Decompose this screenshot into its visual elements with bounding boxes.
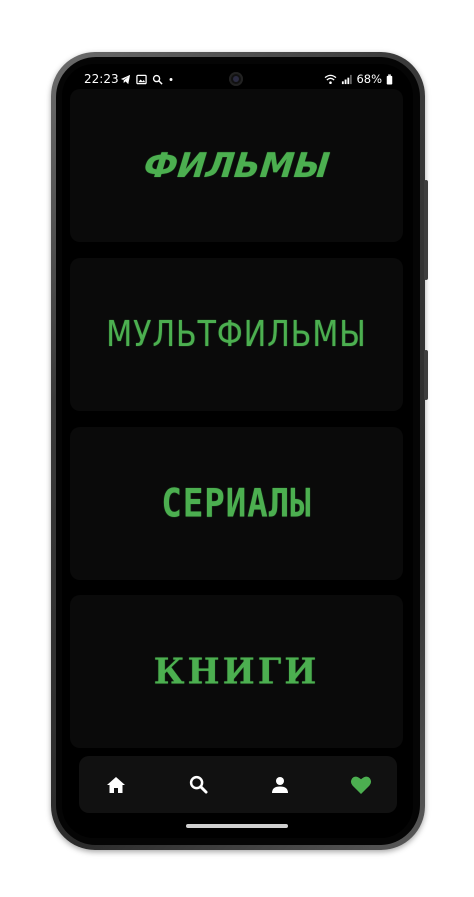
home-icon bbox=[107, 776, 125, 793]
category-label: СЕРИАЛЫ bbox=[161, 480, 312, 527]
telegram-icon bbox=[120, 74, 131, 84]
profile-icon bbox=[272, 776, 288, 793]
category-label: ФИЛЬМЫ bbox=[141, 145, 332, 186]
dot-icon bbox=[169, 77, 173, 81]
signal-icon bbox=[342, 74, 353, 84]
nav-favorites[interactable] bbox=[331, 756, 391, 813]
category-label: КНИГИ bbox=[153, 650, 320, 693]
home-indicator[interactable] bbox=[186, 824, 288, 828]
system-icons: 68% bbox=[324, 72, 393, 86]
category-label: МУЛЬТФИЛЬМЫ bbox=[106, 313, 367, 356]
bottom-nav bbox=[79, 756, 397, 813]
nav-profile[interactable] bbox=[250, 756, 310, 813]
search-icon bbox=[189, 775, 208, 794]
category-card-series[interactable]: СЕРИАЛЫ bbox=[70, 427, 403, 580]
nav-search[interactable] bbox=[168, 756, 228, 813]
status-time: 22:23 bbox=[84, 72, 119, 86]
category-card-films[interactable]: ФИЛЬМЫ bbox=[70, 89, 403, 242]
volume-button bbox=[424, 180, 428, 280]
power-button bbox=[424, 350, 428, 400]
heart-icon bbox=[350, 776, 372, 794]
battery-percent: 68% bbox=[356, 72, 382, 86]
notification-icons bbox=[120, 72, 174, 86]
wifi-icon bbox=[325, 74, 337, 84]
battery-icon bbox=[386, 73, 393, 85]
search-icon bbox=[152, 74, 163, 85]
app-screen: 22:23 68% ФИЛЬМЫ МУЛЬТФИЛЬМЫ СЕРИАЛЫ КНИ… bbox=[62, 64, 413, 838]
nav-home[interactable] bbox=[86, 756, 146, 813]
front-camera bbox=[229, 72, 243, 86]
category-card-cartoons[interactable]: МУЛЬТФИЛЬМЫ bbox=[70, 258, 403, 411]
category-card-books[interactable]: КНИГИ bbox=[70, 595, 403, 748]
image-icon bbox=[136, 74, 147, 84]
